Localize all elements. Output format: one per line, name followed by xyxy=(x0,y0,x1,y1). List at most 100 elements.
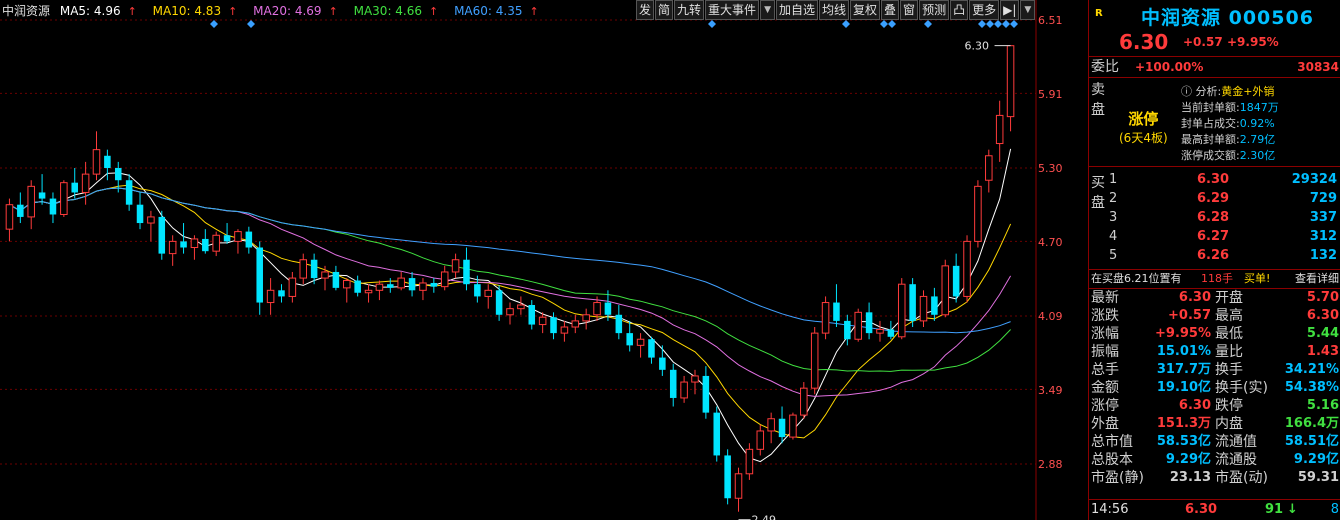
candle-body xyxy=(5,204,14,230)
stat-label: 总手 xyxy=(1091,362,1119,378)
toolbar-add-watchlist-button[interactable]: 加自选 xyxy=(775,0,818,20)
price-tick: 5.91 xyxy=(1038,88,1063,101)
price-tick: 4.09 xyxy=(1038,310,1063,323)
stat-value: 1.43 xyxy=(1306,344,1339,359)
candle-body xyxy=(17,204,24,217)
candle-body xyxy=(506,308,514,316)
candle-body xyxy=(636,338,645,346)
stat-row: 涨停 6.30 跌停 5.16 xyxy=(1089,397,1340,415)
stat-value: 58.53亿 xyxy=(1156,434,1211,449)
toolbar-more-button[interactable]: 更多 xyxy=(969,0,1000,20)
ma30-label: MA30: 4.66 ↑ xyxy=(353,4,439,18)
candle-body xyxy=(299,259,308,279)
ma60-label: MA60: 4.35 ↑ xyxy=(454,4,539,18)
price-summary: 6.30 +0.57 +9.95% xyxy=(1089,30,1340,57)
buy-level-row: 3 6.28 337 xyxy=(1109,210,1337,225)
stat-value: 6.30 xyxy=(1178,290,1211,305)
stat-value: 5.44 xyxy=(1306,326,1339,341)
info-row: 当前封单额:1847万 xyxy=(1181,101,1279,114)
stat-label: 流通股 xyxy=(1215,452,1257,468)
toolbar-dropdown-icon[interactable]: ▼ xyxy=(1020,0,1036,20)
candle-body xyxy=(364,289,373,294)
stat-value: 166.4万 xyxy=(1284,416,1339,431)
view-detail-link[interactable]: 查看详细 xyxy=(1295,270,1339,288)
candle-body xyxy=(615,314,623,334)
candle-body xyxy=(114,168,122,181)
event-marker-icon xyxy=(1002,20,1010,28)
toolbar-overlay-button[interactable]: 叠 xyxy=(881,0,900,20)
candle-body xyxy=(387,284,394,288)
event-marker-icon xyxy=(210,20,218,28)
limit-up-days: (6天4板) xyxy=(1119,131,1168,145)
quote-panel: R 中润资源 000506 6.30 +0.57 +9.95% 委比 +100.… xyxy=(1088,0,1340,520)
candle-body xyxy=(931,296,938,315)
candle-body xyxy=(27,185,35,218)
candle-body xyxy=(767,418,775,432)
chart-toolbar: 发 简 九转 重大事件 ▼ 加自选 均线 复权 叠 窗 预测 凸 更多 ▶| ▼ xyxy=(636,0,1036,20)
toolbar-end-icon[interactable]: ▶| xyxy=(1000,0,1020,20)
webi-value: 30834 xyxy=(1297,60,1339,74)
toolbar-major-events-button[interactable]: 重大事件 xyxy=(705,0,760,20)
stat-value: 6.30 xyxy=(1178,398,1211,413)
major-events-dropdown-icon[interactable]: ▼ xyxy=(760,0,775,20)
stat-value: 19.10亿 xyxy=(1156,380,1211,395)
candle-body xyxy=(702,375,710,413)
stats-table: 最新 6.30 开盘 5.70 涨跌 +0.57 最高 6.30 涨幅 +9.95% 最低 5.44 振… xyxy=(1089,289,1340,487)
stat-value: 9.29亿 xyxy=(1293,452,1339,467)
candle-body xyxy=(430,282,438,287)
stat-label: 换手 xyxy=(1215,362,1243,378)
candle-body xyxy=(528,304,536,325)
candle-body xyxy=(538,316,547,326)
toolbar-fa-button[interactable]: 发 xyxy=(636,0,655,20)
stat-row: 总手 317.7万 换手 34.21% xyxy=(1089,361,1340,379)
event-marker-icon xyxy=(1010,20,1018,28)
toolbar-tu-button[interactable]: 凸 xyxy=(950,0,969,20)
candle-body xyxy=(833,302,840,321)
candle-body xyxy=(81,173,90,193)
candle-body xyxy=(180,241,187,248)
candle-body xyxy=(963,240,971,297)
candle-body xyxy=(332,271,340,288)
candle-body xyxy=(419,282,427,291)
stat-value: 5.70 xyxy=(1306,290,1339,305)
stat-value: 59.31 xyxy=(1297,470,1339,485)
candle-body xyxy=(245,231,253,248)
candle-body xyxy=(234,231,242,242)
stat-value: 6.30 xyxy=(1306,308,1339,323)
stat-label: 总市值 xyxy=(1091,434,1133,450)
price-axis: 6.51 5.91 5.30 4.70 4.09 3.49 2.88 xyxy=(1036,0,1088,520)
toolbar-jiuzhuan-button[interactable]: 九转 xyxy=(674,0,705,20)
stat-label: 流通值 xyxy=(1215,434,1257,450)
toolbar-window-button[interactable]: 窗 xyxy=(900,0,919,20)
candle-body xyxy=(626,333,633,346)
candle-body xyxy=(789,414,797,438)
candle-body xyxy=(1006,45,1015,118)
toolbar-forecast-button[interactable]: 预测 xyxy=(919,0,950,20)
toolbar-adjust-button[interactable]: 复权 xyxy=(850,0,881,20)
stat-value: +0.57 xyxy=(1168,308,1211,323)
stat-label: 内盘 xyxy=(1215,416,1243,432)
kline-chart[interactable]: 6.30 2.49 xyxy=(0,0,1088,520)
candle-body xyxy=(854,311,862,340)
candle-body xyxy=(560,326,569,334)
candle-body xyxy=(745,448,754,475)
stock-title[interactable]: 中润资源 000506 xyxy=(1141,3,1314,30)
candle-body xyxy=(724,455,731,499)
candle-body xyxy=(158,216,166,254)
buy-label: 买盘 xyxy=(1091,175,1105,211)
toolbar-jian-button[interactable]: 简 xyxy=(655,0,674,20)
candle-body xyxy=(821,302,830,334)
buy-level-row: 5 6.26 132 xyxy=(1109,248,1337,263)
candle-body xyxy=(136,204,144,224)
candle-body xyxy=(92,149,101,175)
stat-label: 涨跌 xyxy=(1091,308,1119,324)
candle-body xyxy=(810,332,819,389)
notice-text: 在买盘6.21位置有 xyxy=(1091,272,1182,285)
stat-row: 金额 19.10亿 换手(实) 54.38% xyxy=(1089,379,1340,397)
candle-body xyxy=(278,290,285,297)
event-marker-icon xyxy=(888,20,896,28)
stat-value: 23.13 xyxy=(1169,470,1211,485)
toolbar-ma-button[interactable]: 均线 xyxy=(819,0,850,20)
event-marker-icon xyxy=(978,20,986,28)
candle-body xyxy=(256,247,263,303)
